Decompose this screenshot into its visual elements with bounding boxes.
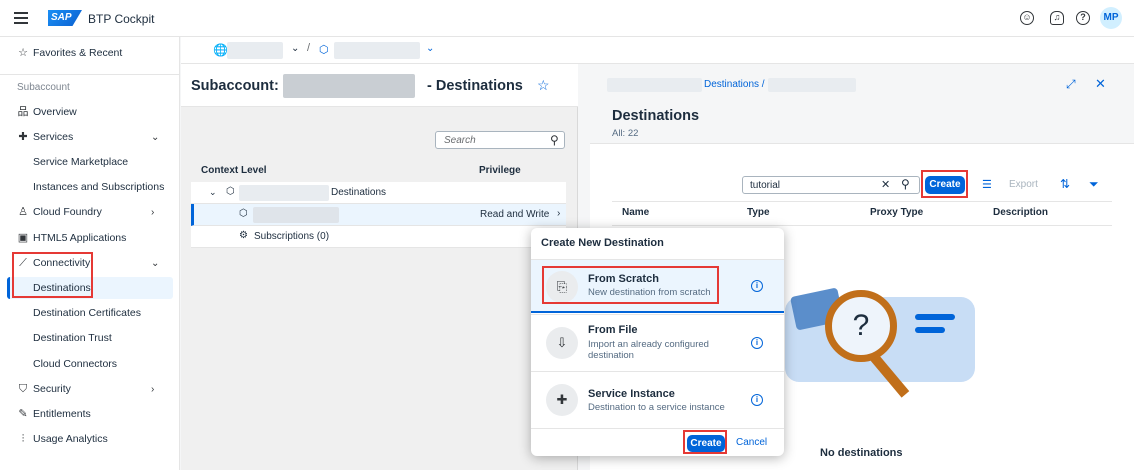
- highlight-create: [921, 170, 968, 198]
- global-account-selector[interactable]: [227, 42, 283, 59]
- cloud-foundry-icon: ♙: [18, 206, 28, 218]
- table-row-selected[interactable]: ⬡ Read and Write ›: [191, 204, 566, 226]
- globe-icon: 🌐: [213, 43, 228, 57]
- chevron-right-icon[interactable]: ›: [151, 384, 154, 395]
- create-destination-dialog: Create New Destination ⎘ From Scratch Ne…: [531, 228, 784, 456]
- subaccount-icon: ⬡: [226, 186, 235, 197]
- table-row[interactable]: ⚙ Subscriptions (0): [191, 226, 566, 248]
- sidebar-item-cloud-connectors[interactable]: Cloud Connectors: [0, 353, 180, 375]
- table-header: Context Level Privilege: [201, 165, 521, 176]
- pane-header: Destinations / ⤢ ✕ Destinations All: 22: [590, 64, 1134, 144]
- filter-icon[interactable]: ⏷: [1089, 177, 1099, 192]
- import-icon: ⇩: [546, 327, 578, 359]
- html5-icon: ▣: [17, 232, 29, 244]
- redacted-name: [253, 207, 339, 223]
- star-icon[interactable]: ☆: [537, 77, 550, 94]
- no-data-illustration: ?: [785, 272, 975, 402]
- highlight-connectivity: [12, 252, 93, 298]
- empty-state-text: No destinations: [820, 447, 903, 459]
- subaccount-icon: ⬡: [319, 44, 329, 56]
- sidebar-item-instances[interactable]: Instances and Subscriptions: [0, 176, 180, 198]
- search-input[interactable]: Search ⚲: [435, 131, 565, 149]
- chevron-down-icon[interactable]: ⌄: [426, 43, 434, 54]
- table-header: Name Type Proxy Type Description: [612, 202, 1112, 226]
- info-icon[interactable]: i: [751, 394, 763, 406]
- chevron-right-icon[interactable]: ›: [151, 207, 154, 218]
- sidebar-item-favorites[interactable]: ☆ Favorites & Recent: [0, 42, 180, 64]
- redacted-breadcrumb: [768, 78, 856, 92]
- option-service-instance[interactable]: ✚ Service Instance Destination to a serv…: [531, 371, 784, 428]
- redacted-name: [239, 185, 329, 201]
- clear-icon[interactable]: ✕: [881, 178, 890, 191]
- sidebar-item-html5[interactable]: ▣ HTML5 Applications: [0, 227, 180, 249]
- sap-logo[interactable]: SAP: [48, 10, 82, 26]
- sidebar-item-cloud-foundry[interactable]: ♙ Cloud Foundry ›: [0, 201, 180, 223]
- breadcrumb-separator: /: [307, 42, 311, 54]
- subaccount-name: [283, 74, 415, 98]
- page-title-suffix: - Destinations: [427, 78, 523, 94]
- chevron-right-icon[interactable]: ›: [557, 208, 560, 219]
- info-icon[interactable]: i: [751, 280, 763, 292]
- support-icon[interactable]: ♫: [1050, 11, 1064, 25]
- pane-header: Subaccount: - Destinations ☆: [181, 64, 578, 107]
- highlight-dialog-create: [683, 430, 727, 454]
- app-title: BTP Cockpit: [88, 12, 155, 26]
- menu-icon[interactable]: [14, 12, 28, 24]
- count-label: All: 22: [612, 128, 639, 139]
- sidebar-item-destination-certificates[interactable]: Destination Certificates: [0, 302, 180, 324]
- space-icon: ⬡: [239, 208, 248, 219]
- dialog-footer: Create Cancel: [531, 428, 784, 456]
- star-icon: ☆: [18, 47, 28, 59]
- sidebar-item-entitlements[interactable]: ✎ Entitlements: [0, 403, 180, 425]
- avatar[interactable]: MP: [1100, 7, 1122, 29]
- chevron-down-icon[interactable]: ⌄: [151, 132, 159, 143]
- search-icon[interactable]: ⚲: [550, 133, 559, 147]
- chevron-down-icon[interactable]: ⌄: [209, 187, 217, 198]
- sidebar-item-usage-analytics[interactable]: ⫶ Usage Analytics: [0, 428, 180, 450]
- analytics-icon: ⫶: [21, 433, 25, 445]
- context-bar: 🌐 ⌄ / ⬡ ⌄: [181, 37, 1134, 64]
- sidebar-group-title: Subaccount: [17, 82, 70, 93]
- subscriptions-icon: ⚙: [239, 230, 248, 241]
- export-button[interactable]: Export: [1009, 179, 1038, 190]
- table-row[interactable]: ⌄ ⬡ Destinations: [191, 182, 566, 204]
- sidebar-item-services[interactable]: ✚ Services ⌄: [0, 126, 180, 148]
- fullscreen-icon[interactable]: ⤢: [1066, 77, 1076, 92]
- subaccount-selector[interactable]: [334, 42, 420, 59]
- page-title-prefix: Subaccount:: [191, 78, 279, 94]
- shield-icon: ⛉: [18, 383, 28, 395]
- chevron-down-icon[interactable]: ⌄: [291, 43, 299, 54]
- chevron-down-icon[interactable]: ⌄: [151, 258, 159, 269]
- help-icon[interactable]: ?: [1076, 11, 1090, 25]
- dialog-title: Create New Destination: [541, 237, 664, 249]
- service-icon: ✚: [546, 384, 578, 416]
- sidebar-item-overview[interactable]: 品 Overview: [0, 101, 180, 123]
- feedback-icon[interactable]: ☺: [1020, 11, 1034, 25]
- services-icon: ✚: [18, 131, 28, 143]
- entitlements-icon: ✎: [18, 408, 28, 420]
- shell-bar: SAP BTP Cockpit ☺ ♫ ? MP: [0, 0, 1134, 37]
- org-icon: 品: [17, 106, 29, 118]
- option-from-file[interactable]: ⇩ From File Import an already configured…: [531, 314, 784, 371]
- sidebar-item-destination-trust[interactable]: Destination Trust: [0, 327, 180, 349]
- highlight-from-scratch: [542, 266, 719, 304]
- list-settings-icon[interactable]: ☰: [982, 178, 992, 191]
- redacted-breadcrumb: [607, 78, 702, 92]
- sidebar-item-service-marketplace[interactable]: Service Marketplace: [0, 151, 180, 173]
- info-icon[interactable]: i: [751, 337, 763, 349]
- dialog-cancel-button[interactable]: Cancel: [736, 437, 767, 448]
- search-icon[interactable]: ⚲: [901, 177, 910, 191]
- sidebar-item-security[interactable]: ⛉ Security ›: [0, 378, 180, 400]
- search-input[interactable]: tutorial ✕ ⚲: [742, 176, 920, 194]
- subaccount-pane: Subaccount: - Destinations ☆ Search ⚲ Co…: [181, 64, 578, 470]
- divider: [0, 74, 180, 75]
- close-icon[interactable]: ✕: [1095, 76, 1106, 92]
- breadcrumb[interactable]: Destinations /: [704, 79, 765, 90]
- sort-icon[interactable]: ⇅: [1060, 177, 1070, 191]
- page-title: Destinations: [612, 108, 700, 124]
